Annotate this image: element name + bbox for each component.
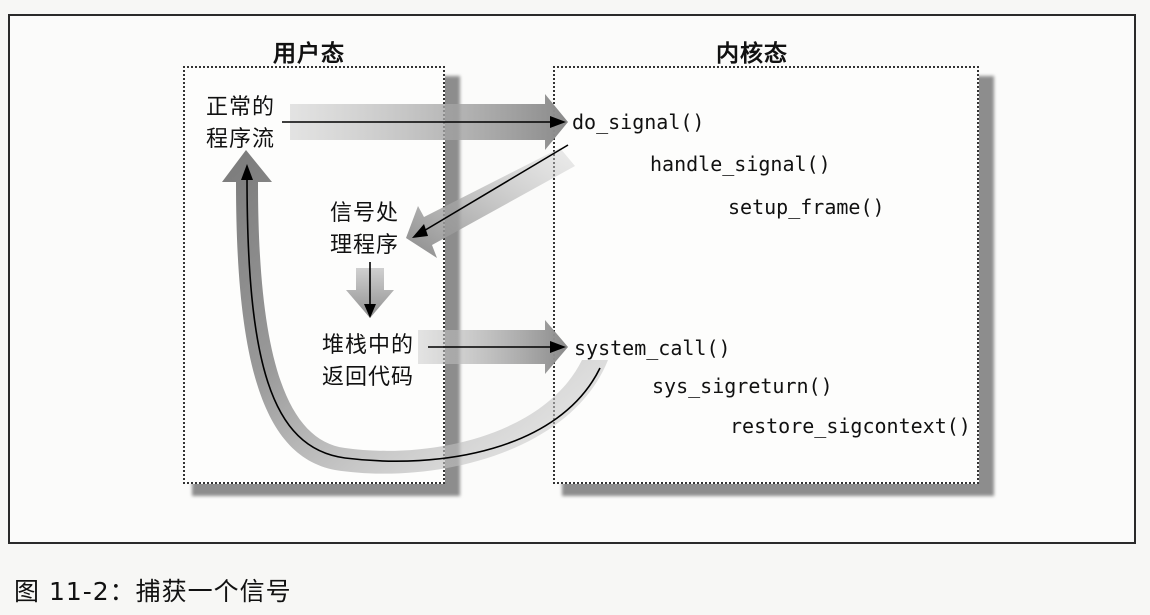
sys-sigreturn-label: sys_sigreturn() <box>652 374 833 398</box>
signal-handler-line-2: 理程序 <box>330 233 400 258</box>
normal-flow-line-2: 程序流 <box>206 127 276 152</box>
restore-sigcontext-label: restore_sigcontext() <box>730 414 971 438</box>
do-signal-label: do_signal() <box>572 110 705 134</box>
system-call-label: system_call() <box>574 336 731 360</box>
normal-flow-line-1: 正常的 <box>206 95 276 120</box>
handle-signal-label: handle_signal() <box>650 152 831 176</box>
figure-caption: 图 11-2：捕获一个信号 <box>14 577 292 606</box>
signal-handler-label: 信号处 理程序 <box>330 198 399 262</box>
stack-return-code-line-2: 返回代码 <box>322 365 415 390</box>
kernel-mode-title: 内核态 <box>716 41 788 67</box>
user-mode-title: 用户态 <box>273 41 345 67</box>
setup-frame-label: setup_frame() <box>728 195 885 219</box>
normal-flow-label: 正常的 程序流 <box>206 92 275 156</box>
stack-return-code-label: 堆栈中的 返回代码 <box>322 330 414 394</box>
signal-handler-line-1: 信号处 <box>330 201 400 226</box>
stack-return-code-line-1: 堆栈中的 <box>322 333 415 358</box>
